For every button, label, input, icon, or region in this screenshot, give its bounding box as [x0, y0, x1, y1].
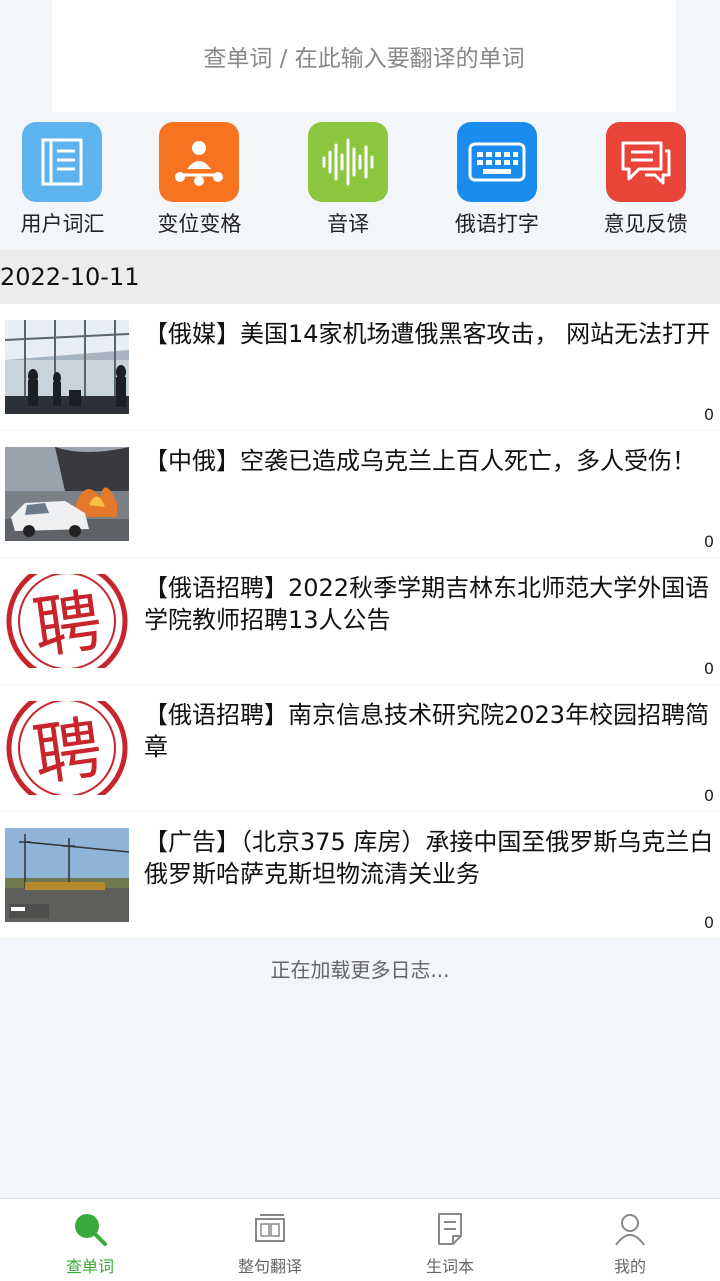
hiring-stamp-image: 聘	[5, 574, 129, 668]
quick-action-label: 用户词汇	[20, 212, 105, 236]
soundwave-icon	[308, 122, 389, 202]
quick-actions: 用户词汇 变位变格 音译 俄语打字 意见反馈	[0, 112, 720, 250]
keyboard-icon	[456, 122, 537, 202]
news-item[interactable]: 聘 【俄语招聘】南京信息技术研究院2023年校园招聘简章 0	[0, 685, 720, 812]
search-input[interactable]: 查单词 / 在此输入要翻译的单词	[52, 0, 676, 112]
news-thumbnail	[5, 828, 129, 922]
tab-sentence-translate[interactable]: 整句翻译	[180, 1199, 360, 1281]
quick-action-russian-typing[interactable]: 俄语打字	[422, 112, 571, 250]
tab-me[interactable]: 我的	[540, 1199, 720, 1281]
news-title: 【中俄】空袭已造成乌克兰上百人死亡，多人受伤！	[144, 447, 696, 475]
quick-action-label: 俄语打字	[454, 212, 539, 236]
tab-label: 查单词	[65, 1257, 114, 1276]
tab-wordbook[interactable]: 生词本	[360, 1199, 540, 1281]
comment-count: 0	[703, 659, 714, 678]
news-item[interactable]: 【俄媒】美国14家机场遭俄黑客攻击， 网站无法打开 0	[0, 304, 720, 431]
feedback-icon	[605, 122, 686, 202]
user-icon	[612, 1211, 648, 1247]
news-thumbnail	[5, 320, 129, 414]
comment-count: 0	[703, 405, 714, 424]
news-item[interactable]: 【广告】（北京375 库房）承接中国至俄罗斯乌克兰白俄罗斯哈萨克斯坦物流清关业务…	[0, 812, 720, 939]
tab-label: 整句翻译	[237, 1257, 302, 1276]
comment-count: 0	[703, 913, 714, 932]
news-item[interactable]: 【中俄】空袭已造成乌克兰上百人死亡，多人受伤！ 0	[0, 431, 720, 558]
news-item[interactable]: 聘 【俄语招聘】2022秋季学期吉林东北师范大学外国语学院教师招聘13人公告 0	[0, 558, 720, 685]
quick-action-label: 音译	[327, 212, 370, 236]
news-title: 【俄媒】美国14家机场遭俄黑客攻击， 网站无法打开	[144, 320, 711, 348]
notebook-icon	[22, 122, 103, 202]
quick-action-label: 意见反馈	[603, 212, 688, 236]
search-placeholder: 查单词 / 在此输入要翻译的单词	[203, 46, 525, 72]
wordbook-icon	[432, 1211, 468, 1247]
bottom-tab-bar: 查单词 整句翻译 生词本 我的	[0, 1198, 720, 1281]
news-title: 【俄语招聘】2022秋季学期吉林东北师范大学外国语学院教师招聘13人公告	[144, 574, 710, 634]
stamp-character: 聘	[28, 709, 106, 795]
quick-action-feedback[interactable]: 意见反馈	[571, 112, 720, 250]
stamp-character: 聘	[28, 582, 106, 668]
comment-count: 0	[703, 532, 714, 551]
translate-icon	[252, 1211, 288, 1247]
quick-action-conjugation[interactable]: 变位变格	[125, 112, 274, 250]
tab-lookup-word[interactable]: 查单词	[0, 1199, 180, 1281]
quick-action-label: 变位变格	[157, 212, 242, 236]
date-label: 2022-10-11	[0, 263, 140, 291]
date-header: 2022-10-11	[0, 250, 720, 304]
news-title: 【广告】（北京375 库房）承接中国至俄罗斯乌克兰白俄罗斯哈萨克斯坦物流清关业务	[144, 828, 714, 888]
news-list: 【俄媒】美国14家机场遭俄黑客攻击， 网站无法打开 0 【中俄】空袭已造成乌克兰…	[0, 304, 720, 939]
news-title: 【俄语招聘】南京信息技术研究院2023年校园招聘简章	[144, 701, 710, 761]
quick-action-transliteration[interactable]: 音译	[274, 112, 423, 250]
hiring-stamp-image: 聘	[5, 701, 129, 795]
network-icon	[159, 122, 240, 202]
quick-action-user-vocab[interactable]: 用户词汇	[0, 112, 125, 250]
comment-count: 0	[703, 786, 714, 805]
news-thumbnail	[5, 447, 129, 541]
tab-label: 我的	[613, 1257, 646, 1276]
tab-label: 生词本	[425, 1257, 474, 1276]
loading-more-text: 正在加载更多日志...	[270, 958, 450, 982]
search-icon	[72, 1211, 108, 1247]
